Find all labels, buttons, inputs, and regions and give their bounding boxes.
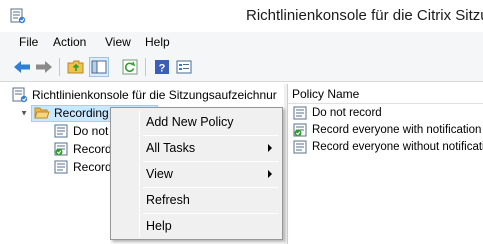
menu-file[interactable]: File bbox=[19, 35, 38, 49]
folder-open-icon bbox=[34, 105, 50, 121]
title-bar: Richtlinienkonsole für die Citrix Sitzu bbox=[0, 0, 483, 32]
window-title: Richtlinienkonsole für die Citrix Sitzu bbox=[246, 7, 483, 24]
console-icon[interactable] bbox=[10, 8, 26, 24]
svg-text:?: ? bbox=[159, 63, 166, 75]
tree-child-record-without[interactable]: Record bbox=[53, 158, 112, 176]
context-item-view[interactable]: View bbox=[113, 163, 280, 185]
toolbar-separator bbox=[145, 58, 146, 76]
submenu-arrow-icon bbox=[268, 144, 272, 152]
menu-help[interactable]: Help bbox=[145, 35, 170, 49]
properties-icon[interactable] bbox=[174, 57, 194, 77]
list-item[interactable]: Record everyone with notification bbox=[292, 121, 481, 138]
tree-child-record-with[interactable]: Record bbox=[53, 140, 112, 158]
policy-icon bbox=[53, 159, 69, 175]
refresh-icon[interactable] bbox=[120, 57, 140, 77]
policy-icon bbox=[53, 123, 69, 139]
policy-list[interactable]: Policy Name Do not record Record everyon… bbox=[287, 84, 483, 244]
context-item-refresh[interactable]: Refresh bbox=[113, 189, 280, 211]
column-header-policy-name[interactable]: Policy Name bbox=[288, 84, 483, 104]
tree-child-label: Record bbox=[73, 142, 112, 156]
submenu-arrow-icon bbox=[268, 170, 272, 178]
context-item-label: Refresh bbox=[146, 193, 190, 207]
menu-bar: File Action View Help bbox=[0, 32, 483, 52]
console-icon bbox=[12, 87, 28, 103]
toolbar-separator bbox=[59, 58, 60, 76]
tree-root-label: Richtlinienkonsole für die Sitzungsaufze… bbox=[32, 88, 277, 102]
help-icon[interactable]: ? bbox=[152, 57, 172, 77]
list-item-label: Record everyone without notification bbox=[312, 140, 483, 153]
column-header-label: Policy Name bbox=[292, 86, 360, 101]
context-item-label: Add New Policy bbox=[146, 115, 234, 129]
list-item-label: Record everyone with notification bbox=[312, 123, 482, 136]
context-item-add-new-policy[interactable]: Add New Policy bbox=[113, 111, 280, 133]
tree-root[interactable]: Richtlinienkonsole für die Sitzungsaufze… bbox=[12, 86, 277, 104]
show-hide-tree-icon[interactable] bbox=[89, 57, 109, 77]
list-item[interactable]: Do not record bbox=[292, 104, 382, 121]
tree-child-label: Record bbox=[73, 160, 112, 174]
context-item-help[interactable]: Help bbox=[113, 215, 280, 237]
policy-icon bbox=[292, 105, 308, 121]
context-item-label: All Tasks bbox=[146, 141, 196, 155]
tree-child-do-not[interactable]: Do not bbox=[53, 122, 108, 140]
context-item-all-tasks[interactable]: All Tasks bbox=[113, 137, 280, 159]
context-item-label: Help bbox=[146, 219, 172, 233]
context-separator bbox=[143, 161, 278, 162]
context-separator bbox=[143, 187, 278, 188]
folder-up-icon[interactable] bbox=[66, 57, 86, 77]
context-menu: Add New Policy All Tasks View Refresh He… bbox=[110, 107, 283, 240]
policy-active-icon bbox=[292, 122, 308, 138]
list-item-label: Do not record bbox=[312, 106, 382, 119]
context-separator bbox=[143, 213, 278, 214]
menu-action[interactable]: Action bbox=[53, 35, 86, 49]
back-arrow-icon[interactable] bbox=[12, 57, 32, 77]
forward-arrow-icon[interactable] bbox=[34, 57, 54, 77]
policy-icon bbox=[292, 139, 308, 155]
list-item[interactable]: Record everyone without notification bbox=[292, 138, 483, 155]
context-item-label: View bbox=[146, 167, 173, 181]
policy-active-icon bbox=[53, 141, 69, 157]
context-separator bbox=[143, 135, 278, 136]
toolbar: ? bbox=[0, 52, 483, 82]
collapse-triangle-icon[interactable]: ▲ bbox=[17, 109, 31, 118]
tree-child-label: Do not bbox=[73, 124, 109, 138]
menu-view[interactable]: View bbox=[105, 35, 131, 49]
